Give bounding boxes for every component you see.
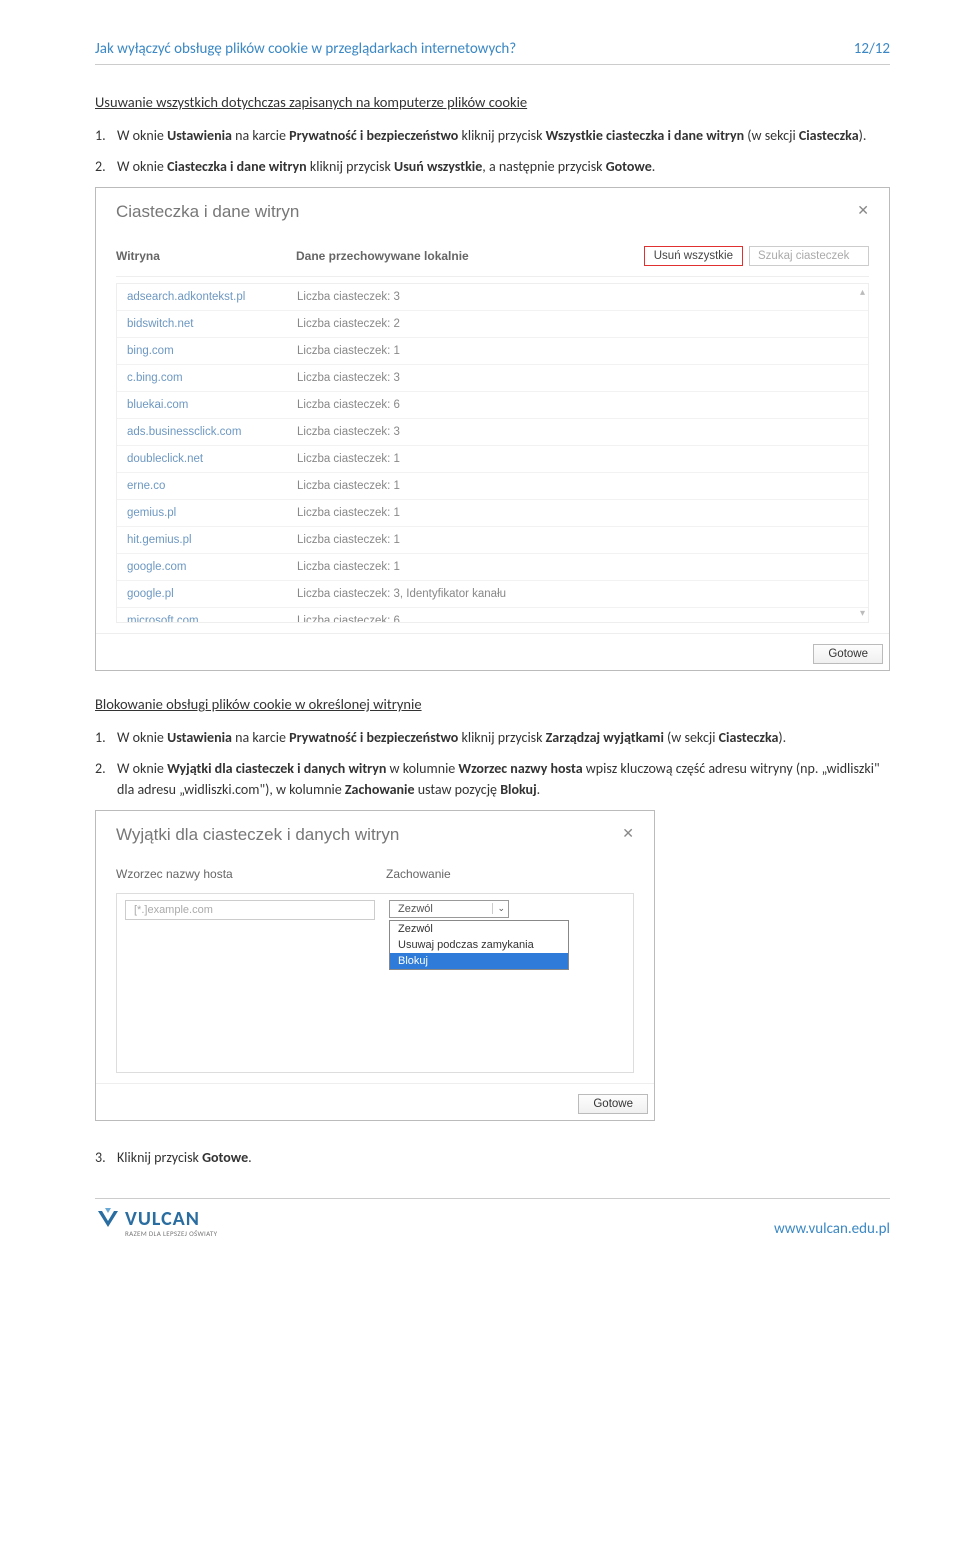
col-header-host: Wzorzec nazwy hosta — [116, 867, 386, 881]
chevron-down-icon: ⌄ — [492, 903, 505, 914]
section1-title: Usuwanie wszystkich dotychczas zapisanyc… — [95, 93, 890, 111]
header-title: Jak wyłączyć obsługę plików cookie w prz… — [95, 40, 516, 58]
header-page-num: 12/12 — [854, 40, 890, 58]
step-text: W oknie Ustawienia na karcie Prywatność … — [117, 125, 890, 146]
table-row[interactable]: bidswitch.netLiczba ciasteczek: 2 — [117, 311, 868, 338]
table-row[interactable]: gemius.plLiczba ciasteczek: 1 — [117, 500, 868, 527]
step-number: 3. — [95, 1147, 117, 1168]
logo-text: VULCAN — [125, 1207, 200, 1231]
behavior-selected: Zezwól — [398, 903, 433, 915]
section2-step2: 2. W oknie Wyjątki dla ciasteczek i dany… — [95, 758, 890, 800]
row-site: gemius.pl — [127, 507, 297, 519]
scroll-down-icon[interactable]: ▾ — [860, 608, 865, 619]
row-data: Liczba ciasteczek: 1 — [297, 480, 858, 492]
row-site: adsearch.adkontekst.pl — [127, 291, 297, 303]
row-site: microsoft.com — [127, 615, 297, 623]
table-row[interactable]: ads.businessclick.comLiczba ciasteczek: … — [117, 419, 868, 446]
table-row[interactable]: bluekai.comLiczba ciasteczek: 6 — [117, 392, 868, 419]
scroll-up-icon[interactable]: ▴ — [860, 287, 865, 298]
step-number: 1. — [95, 727, 117, 748]
behavior-select[interactable]: Zezwól ⌄ — [389, 900, 509, 918]
step-text: W oknie Ciasteczka i dane witryn kliknij… — [117, 156, 890, 177]
row-data: Liczba ciasteczek: 1 — [297, 561, 858, 573]
close-icon[interactable]: ✕ — [622, 825, 634, 842]
exceptions-body: [*.]example.com Zezwól ⌄ Zezwól Usuwaj p… — [116, 893, 634, 1073]
row-data: Liczba ciasteczek: 3 — [297, 372, 858, 384]
footer-url: www.vulcan.edu.pl — [774, 1220, 890, 1238]
step-text: W oknie Wyjątki dla ciasteczek i danych … — [117, 758, 890, 800]
page-header: Jak wyłączyć obsługę plików cookie w prz… — [95, 40, 890, 65]
row-data: Liczba ciasteczek: 1 — [297, 453, 858, 465]
row-site: google.com — [127, 561, 297, 573]
behavior-dropdown: Zezwól Usuwaj podczas zamykania Blokuj — [389, 920, 569, 970]
step-text: Kliknij przycisk Gotowe. — [117, 1147, 890, 1168]
row-data: Liczba ciasteczek: 1 — [297, 507, 858, 519]
table-row[interactable]: google.comLiczba ciasteczek: 1 — [117, 554, 868, 581]
step-number: 1. — [95, 125, 117, 146]
close-icon[interactable]: ✕ — [857, 202, 869, 219]
cookies-table: ▴ adsearch.adkontekst.plLiczba ciastecze… — [116, 283, 869, 623]
search-cookies-input[interactable]: Szukaj ciasteczek — [749, 246, 869, 266]
row-data: Liczba ciasteczek: 2 — [297, 318, 858, 330]
row-data: Liczba ciasteczek: 6 — [297, 399, 858, 411]
table-row[interactable]: adsearch.adkontekst.plLiczba ciasteczek:… — [117, 284, 868, 311]
row-site: hit.gemius.pl — [127, 534, 297, 546]
row-site: bluekai.com — [127, 399, 297, 411]
table-row[interactable]: google.plLiczba ciasteczek: 3, Identyfik… — [117, 581, 868, 608]
row-site: c.bing.com — [127, 372, 297, 384]
dropdown-option[interactable]: Usuwaj podczas zamykania — [390, 937, 568, 953]
row-site: bidswitch.net — [127, 318, 297, 330]
section1-step2: 2. W oknie Ciasteczka i dane witryn klik… — [95, 156, 890, 177]
row-site: erne.co — [127, 480, 297, 492]
row-site: google.pl — [127, 588, 297, 600]
table-row[interactable]: c.bing.comLiczba ciasteczek: 3 — [117, 365, 868, 392]
row-data: Liczba ciasteczek: 3 — [297, 291, 858, 303]
row-data: Liczba ciasteczek: 1 — [297, 345, 858, 357]
table-row[interactable]: doubleclick.netLiczba ciasteczek: 1 — [117, 446, 868, 473]
row-data: Liczba ciasteczek: 3 — [297, 426, 858, 438]
row-data: Liczba ciasteczek: 6 — [297, 615, 858, 623]
dropdown-option[interactable]: Zezwól — [390, 921, 568, 937]
page-footer: VULCAN RAZEM DLA LEPSZEJ OŚWIATY www.vul… — [95, 1198, 890, 1238]
table-row[interactable]: microsoft.comLiczba ciasteczek: 6 — [117, 608, 868, 623]
row-site: ads.businessclick.com — [127, 426, 297, 438]
dialog-title: Ciasteczka i dane witryn — [116, 202, 869, 222]
step-number: 2. — [95, 758, 117, 800]
screenshot-exceptions-dialog: ✕ Wyjątki dla ciasteczek i danych witryn… — [95, 810, 655, 1121]
col-header-behavior: Zachowanie — [386, 867, 451, 881]
done-button[interactable]: Gotowe — [813, 644, 883, 664]
remove-all-button[interactable]: Usuń wszystkie — [644, 246, 743, 266]
dropdown-option-selected[interactable]: Blokuj — [390, 953, 568, 969]
section1-step1: 1. W oknie Ustawienia na karcie Prywatno… — [95, 125, 890, 146]
section2-title: Blokowanie obsługi plików cookie w okreś… — [95, 695, 890, 713]
screenshot-cookies-dialog: ✕ Ciasteczka i dane witryn Witryna Dane … — [95, 187, 890, 671]
col-header-site: Witryna — [116, 249, 296, 263]
row-data: Liczba ciasteczek: 1 — [297, 534, 858, 546]
col-header-data: Dane przechowywane lokalnie — [296, 249, 644, 263]
row-site: bing.com — [127, 345, 297, 357]
row-site: doubleclick.net — [127, 453, 297, 465]
table-row[interactable]: erne.coLiczba ciasteczek: 1 — [117, 473, 868, 500]
table-row[interactable]: bing.comLiczba ciasteczek: 1 — [117, 338, 868, 365]
step-text: W oknie Ustawienia na karcie Prywatność … — [117, 727, 890, 748]
host-pattern-input[interactable]: [*.]example.com — [125, 900, 375, 920]
dialog-title: Wyjątki dla ciasteczek i danych witryn — [116, 825, 634, 845]
step3: 3. Kliknij przycisk Gotowe. — [95, 1147, 890, 1168]
step-number: 2. — [95, 156, 117, 177]
section2-step1: 1. W oknie Ustawienia na karcie Prywatno… — [95, 727, 890, 748]
row-data: Liczba ciasteczek: 3, Identyfikator kana… — [297, 588, 858, 600]
table-row[interactable]: hit.gemius.plLiczba ciasteczek: 1 — [117, 527, 868, 554]
done-button[interactable]: Gotowe — [578, 1094, 648, 1114]
logo-icon — [95, 1208, 121, 1230]
vulcan-logo: VULCAN RAZEM DLA LEPSZEJ OŚWIATY — [95, 1207, 217, 1238]
logo-tagline: RAZEM DLA LEPSZEJ OŚWIATY — [125, 1229, 217, 1238]
